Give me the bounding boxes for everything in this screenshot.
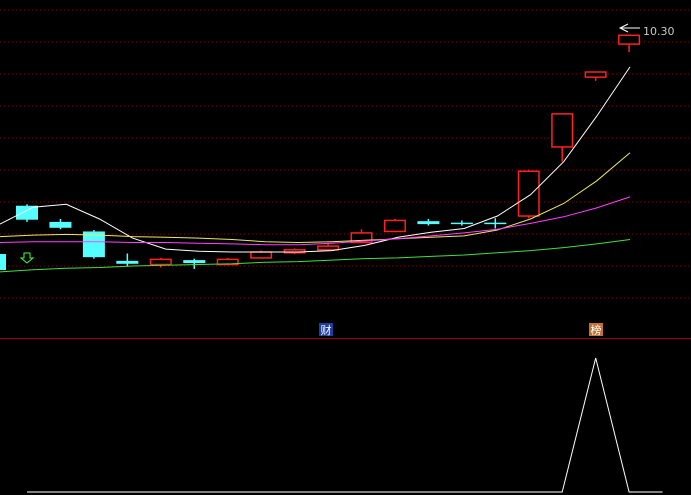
candle-series[interactable] (16, 34, 641, 269)
candle-body-up (250, 251, 273, 259)
price-label: 10.30 (643, 25, 675, 38)
candle-body-up (383, 219, 406, 233)
ma-short-line (0, 66, 631, 253)
candle-body-up (517, 170, 540, 217)
candle-body-up (149, 258, 172, 266)
finance-badge: 财 (319, 323, 333, 337)
candle-body-down (116, 260, 139, 264)
price-pointer-icon (618, 23, 640, 33)
grid-lines (0, 9, 691, 339)
down-arrow-icon (19, 252, 35, 264)
candlestick-chart[interactable]: 10.30 财 榜 (0, 0, 691, 495)
candle-body-down (450, 222, 473, 225)
stock-chart-window: 10.30 财 榜 (0, 0, 691, 495)
ranking-badge-label: 榜 (591, 323, 602, 337)
candle-body-up (584, 71, 607, 78)
partial-candle-left-edge (0, 254, 6, 270)
ranking-badge: 榜 (589, 323, 603, 337)
candle-body-down (484, 222, 507, 225)
indicator-line (27, 357, 663, 493)
candle-body-down (16, 205, 38, 220)
candle-body-up (551, 113, 574, 148)
candle-body-down (49, 221, 72, 228)
candle-body-down (417, 221, 440, 225)
candle-body-up (317, 245, 340, 251)
candle-body-down (183, 260, 206, 264)
finance-badge-label: 财 (321, 323, 332, 337)
candle-body-up (618, 34, 641, 45)
indicator-panel[interactable] (27, 357, 663, 493)
